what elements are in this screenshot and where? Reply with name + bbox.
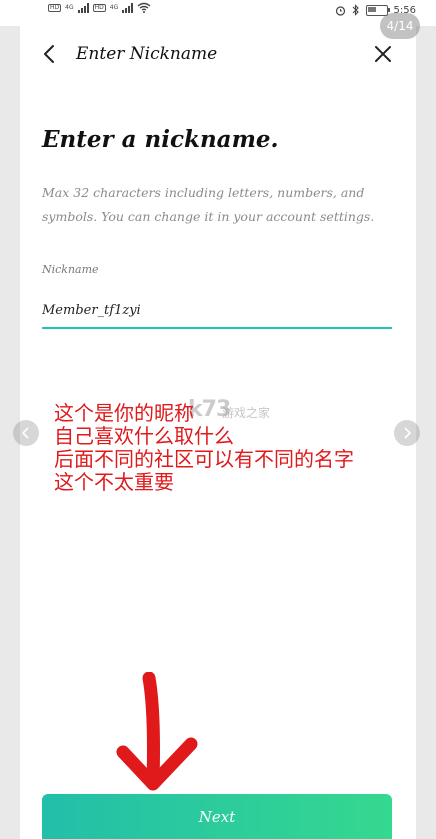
alarm-icon — [335, 5, 345, 16]
back-arrow-icon[interactable] — [40, 44, 60, 64]
header-title: Enter Nickname — [76, 44, 218, 64]
status-bar: HD 4G HD 4G 5:56 — [0, 0, 436, 26]
network-type-2: 4G — [109, 4, 119, 11]
hd-badge-2: HD — [92, 3, 106, 12]
next-button[interactable]: Next — [42, 794, 392, 839]
nickname-input[interactable] — [42, 293, 392, 329]
network-type: 4G — [65, 4, 74, 11]
chevron-right-icon — [404, 427, 412, 439]
bluetooth-icon — [352, 4, 359, 16]
carousel-prev-button[interactable] — [13, 420, 39, 446]
annotation-line: 这个是你的昵称 — [54, 401, 194, 425]
nickname-field-label: Nickname — [42, 263, 99, 276]
nickname-description: Max 32 characters including letters, num… — [42, 185, 375, 224]
battery-icon — [365, 4, 390, 16]
chevron-left-icon — [21, 427, 29, 439]
annotation-line: 后面不同的社区可以有不同的名字 — [54, 447, 354, 471]
signal-group: HD 4G HD 4G — [48, 2, 151, 13]
hd-badge: HD — [48, 3, 62, 12]
close-icon[interactable] — [373, 44, 393, 64]
wifi-icon — [137, 2, 151, 13]
annotation-line: 自己喜欢什么取什么 — [54, 424, 234, 448]
annotation-text: 这个是你的昵称 自己喜欢什么取什么 后面不同的社区可以有不同的名字 这个不太重要 — [54, 402, 354, 494]
signal-bars-icon-2 — [122, 2, 134, 13]
red-arrow-annotation — [116, 672, 198, 791]
signal-bars-icon — [77, 2, 89, 13]
carousel-next-button[interactable] — [394, 420, 420, 446]
annotation-line: 这个不太重要 — [54, 470, 174, 494]
page-counter: 4/14 — [380, 13, 420, 39]
page-heading: Enter a nickname. — [42, 126, 279, 153]
